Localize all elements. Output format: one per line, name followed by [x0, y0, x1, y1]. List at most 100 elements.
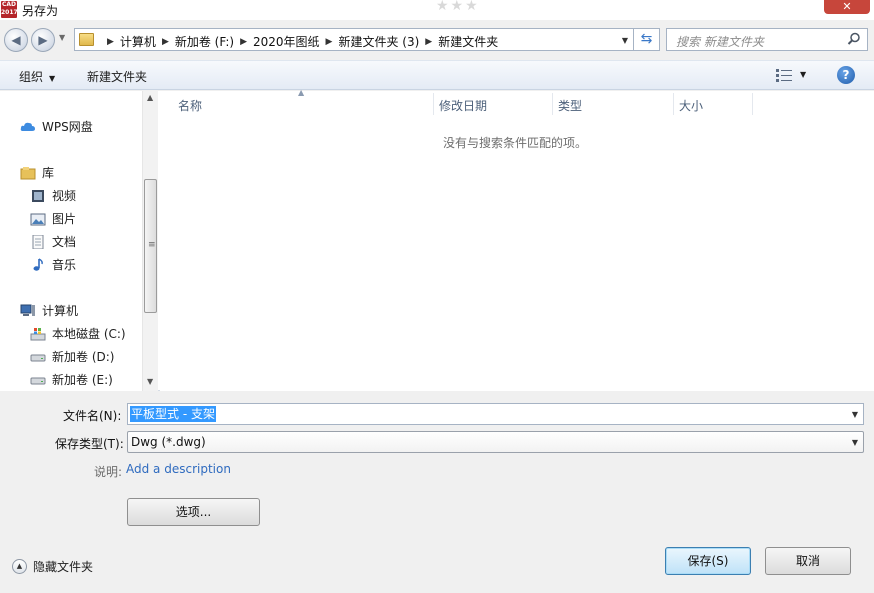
filename-dropdown-icon[interactable]: ▼ [852, 410, 858, 419]
nav-item-videos[interactable]: 视频 [30, 187, 76, 204]
refresh-icon: ⇆ [640, 31, 653, 47]
organize-button[interactable]: 组织 ▼ [19, 68, 55, 85]
hide-folders-label: 隐藏文件夹 [33, 560, 94, 574]
main-area: WPS网盘 库 视频 图片 文档 音乐 计算机 本地磁盘 (C:) 新加卷 (D… [0, 88, 874, 391]
title-bar: CAD 2017 另存为 ★★★ ✕ [0, 0, 874, 20]
nav-item-documents[interactable]: 文档 [30, 233, 76, 250]
chevron-right-icon[interactable]: ▶ [162, 37, 169, 47]
nav-item-label: 本地磁盘 (C:) [52, 327, 126, 341]
chevron-right-icon[interactable]: ▶ [240, 37, 247, 47]
nav-item-label: 库 [42, 166, 55, 180]
filetype-label: 保存类型(T): [55, 437, 124, 451]
nav-item-libraries[interactable]: 库 [20, 164, 54, 181]
chevron-down-icon: ▼ [49, 74, 56, 83]
scroll-down-icon[interactable]: ▼ [147, 377, 153, 386]
organize-label: 组织 [19, 70, 44, 84]
nav-item-wps-cloud[interactable]: WPS网盘 [20, 118, 93, 135]
new-folder-button[interactable]: 新建文件夹 [87, 68, 147, 85]
nav-item-label: 图片 [52, 212, 77, 226]
filetype-dropdown-icon[interactable]: ▼ [852, 438, 858, 447]
column-divider[interactable] [752, 93, 753, 115]
sort-ascending-icon: ▲ [298, 88, 305, 97]
video-icon [32, 189, 44, 202]
save-button[interactable]: 保存(S) [665, 547, 751, 575]
add-description-link[interactable]: Add a description [126, 462, 231, 476]
breadcrumb-drive-f[interactable]: 新加卷 (F:) [175, 33, 234, 50]
column-divider[interactable] [552, 93, 553, 115]
cancel-button[interactable]: 取消 [765, 547, 851, 575]
filename-field[interactable]: 平板型式 - 支架 ▼ [127, 403, 864, 425]
breadcrumb-computer[interactable]: 计算机 [120, 33, 156, 50]
column-header-date-modified[interactable]: 修改日期 [439, 97, 487, 114]
filetype-select[interactable]: Dwg (*.dwg) ▼ [127, 431, 864, 453]
nav-item-drive-e[interactable]: 新加卷 (E:) [30, 371, 113, 388]
nav-item-label: 新加卷 (D:) [52, 350, 115, 364]
empty-folder-message: 没有与搜索条件匹配的项。 [443, 136, 588, 150]
chevron-right-icon[interactable]: ▶ [107, 37, 114, 47]
close-button[interactable]: ✕ [824, 0, 870, 14]
collapse-up-icon: ▲ [12, 559, 27, 574]
picture-icon [30, 213, 46, 225]
drive-icon [30, 377, 46, 384]
address-bar[interactable]: ▶ 计算机 ▶ 新加卷 (F:) ▶ 2020年图纸 ▶ 新建文件夹 (3) ▶… [74, 28, 634, 51]
search-icon[interactable] [846, 31, 862, 47]
back-button[interactable]: ◀ [4, 28, 28, 52]
scroll-up-icon[interactable]: ▲ [147, 93, 153, 102]
column-header-size[interactable]: 大小 [679, 97, 703, 114]
nav-item-label: 文档 [52, 235, 77, 249]
window-title: 另存为 [22, 4, 59, 18]
music-icon [33, 257, 43, 271]
filename-label: 文件名(N): [63, 409, 122, 423]
system-drive-icon [30, 327, 46, 340]
search-placeholder: 搜索 新建文件夹 [676, 35, 764, 49]
title-watermark: ★★★ [436, 0, 480, 14]
recent-pages-dropdown-icon[interactable]: ▼ [59, 33, 65, 42]
nav-item-label: 音乐 [52, 258, 77, 272]
computer-icon [20, 304, 35, 316]
file-list-pane: ▲ 名称 修改日期 类型 大小 没有与搜索条件匹配的项。 [160, 88, 874, 391]
forward-button[interactable]: ▶ [31, 28, 55, 52]
breadcrumb: ▶ 计算机 ▶ 新加卷 (F:) ▶ 2020年图纸 ▶ 新建文件夹 (3) ▶… [101, 33, 498, 50]
options-button[interactable]: 选项... [127, 498, 260, 526]
help-icon[interactable]: ? [837, 66, 855, 84]
hide-folders-toggle[interactable]: ▲ 隐藏文件夹 [12, 558, 93, 575]
nav-item-music[interactable]: 音乐 [30, 256, 76, 273]
column-divider[interactable] [673, 93, 674, 115]
nav-item-pictures[interactable]: 图片 [30, 210, 76, 227]
library-icon [20, 166, 36, 179]
nav-item-label: 计算机 [42, 304, 79, 318]
grip-icon: ≡ [148, 240, 156, 250]
nav-item-drive-c[interactable]: 本地磁盘 (C:) [30, 325, 126, 342]
navigation-pane: WPS网盘 库 视频 图片 文档 音乐 计算机 本地磁盘 (C:) 新加卷 (D… [0, 91, 158, 391]
document-icon [32, 234, 44, 249]
address-row: ◀ ▶ ▼ ▶ 计算机 ▶ 新加卷 (F:) ▶ 2020年图纸 ▶ 新建文件夹… [0, 25, 874, 55]
breadcrumb-new-folder-3[interactable]: 新建文件夹 (3) [338, 33, 419, 50]
nav-item-label: 新加卷 (E:) [52, 373, 113, 387]
chevron-right-icon[interactable]: ▶ [326, 37, 333, 47]
nav-item-drive-d[interactable]: 新加卷 (D:) [30, 348, 114, 365]
command-toolbar: 组织 ▼ 新建文件夹 ▼ ? [0, 60, 874, 90]
nav-item-label: WPS网盘 [42, 120, 93, 134]
view-options-icon[interactable] [776, 69, 792, 82]
refresh-button[interactable]: ⇆ [634, 28, 660, 51]
chevron-right-icon[interactable]: ▶ [425, 37, 432, 47]
drive-icon [30, 354, 46, 361]
filetype-value: Dwg (*.dwg) [131, 435, 206, 449]
view-dropdown-icon[interactable]: ▼ [800, 70, 806, 79]
filename-value[interactable]: 平板型式 - 支架 [130, 406, 216, 422]
autocad-app-icon: CAD 2017 [1, 1, 18, 18]
description-label: 说明: [94, 465, 123, 479]
nav-item-label: 视频 [52, 189, 77, 203]
folder-icon [79, 33, 94, 46]
cloud-icon [20, 122, 35, 131]
nav-item-computer[interactable]: 计算机 [20, 302, 78, 319]
address-dropdown-icon[interactable]: ▼ [622, 36, 628, 45]
scrollbar-thumb[interactable]: ≡ [144, 179, 157, 313]
column-divider[interactable] [433, 93, 434, 115]
search-input[interactable]: 搜索 新建文件夹 [666, 28, 868, 51]
navigation-scrollbar[interactable]: ▲ ≡ ▼ [142, 91, 158, 391]
breadcrumb-2020-drawings[interactable]: 2020年图纸 [253, 33, 320, 50]
breadcrumb-new-folder[interactable]: 新建文件夹 [438, 33, 498, 50]
column-header-name[interactable]: 名称 [178, 97, 202, 114]
column-header-type[interactable]: 类型 [558, 97, 582, 114]
